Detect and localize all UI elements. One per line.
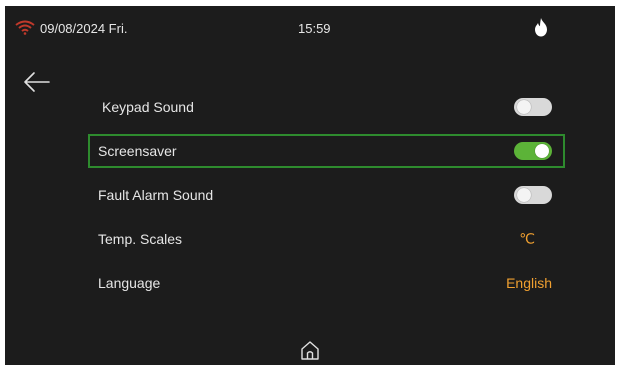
setting-row-temp-scales: Temp. Scales ℃ xyxy=(88,222,565,256)
wifi-icon xyxy=(15,20,35,35)
toggle-knob xyxy=(517,100,531,114)
flame-icon xyxy=(535,18,547,37)
temp-scales-value[interactable]: ℃ xyxy=(519,231,535,248)
settings-screen: 09/08/2024 Fri. 15:59 Keypad Sound Scree… xyxy=(5,6,615,365)
setting-label-fault-alarm-sound: Fault Alarm Sound xyxy=(98,187,214,203)
keypad-sound-toggle[interactable] xyxy=(514,98,552,116)
setting-row-keypad-sound: Keypad Sound xyxy=(88,90,565,124)
setting-label-keypad-sound: Keypad Sound xyxy=(102,99,194,115)
screensaver-toggle[interactable] xyxy=(514,142,552,160)
back-button[interactable] xyxy=(23,70,51,94)
status-time: 15:59 xyxy=(298,21,331,36)
fault-alarm-sound-toggle[interactable] xyxy=(514,186,552,204)
setting-label-language: Language xyxy=(98,275,161,291)
setting-row-language: Language English xyxy=(88,266,565,300)
home-button[interactable] xyxy=(299,339,321,361)
toggle-knob xyxy=(535,144,549,158)
status-date: 09/08/2024 Fri. xyxy=(40,21,128,36)
setting-row-fault-alarm-sound: Fault Alarm Sound xyxy=(88,178,565,212)
setting-label-temp-scales: Temp. Scales xyxy=(98,231,183,247)
toggle-knob xyxy=(517,188,531,202)
status-bar: 09/08/2024 Fri. 15:59 xyxy=(5,6,615,46)
setting-label-screensaver: Screensaver xyxy=(98,143,177,159)
setting-row-screensaver: Screensaver xyxy=(88,134,565,168)
language-value[interactable]: English xyxy=(506,275,552,291)
